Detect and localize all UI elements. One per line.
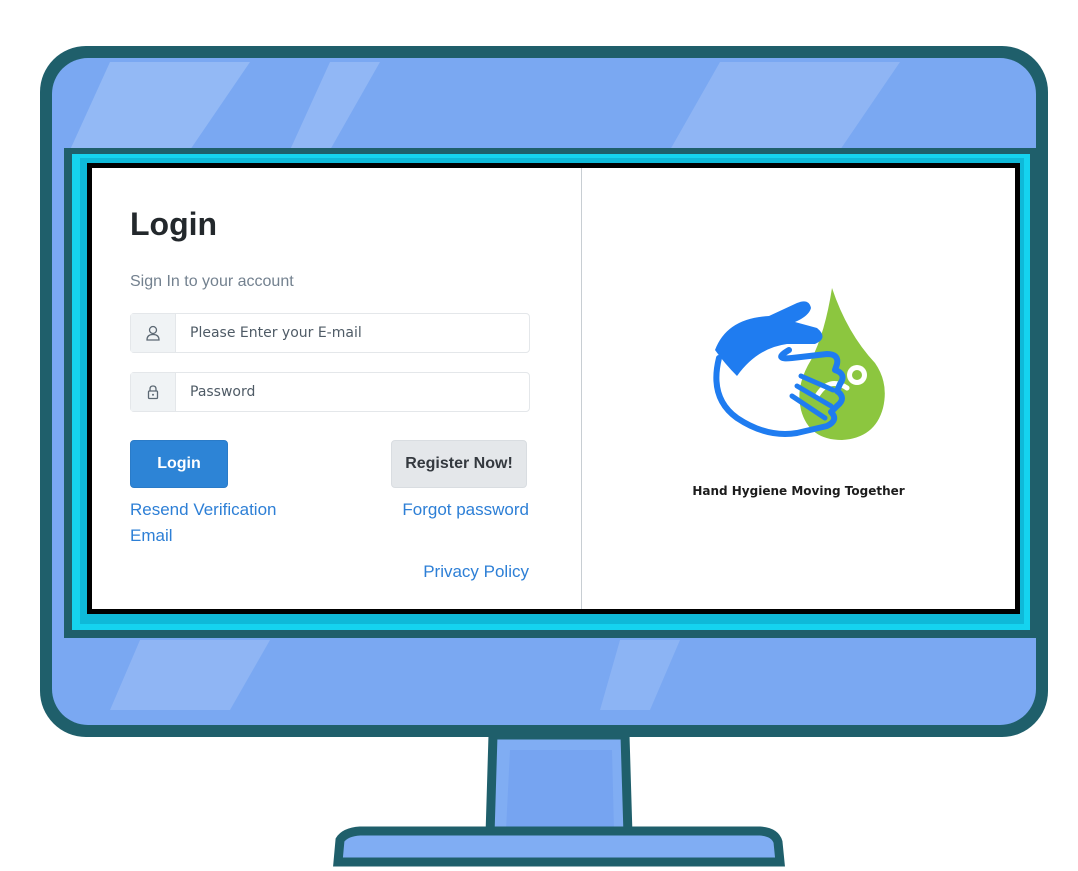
lock-icon — [131, 373, 176, 411]
monitor-base — [333, 826, 785, 867]
user-icon — [131, 314, 176, 352]
forgot-password-link[interactable]: Forgot password — [402, 497, 529, 523]
login-panel: Login Sign In to your account Please Ent… — [92, 168, 582, 609]
water-drop-shape — [799, 288, 885, 440]
monitor-illustration: Login Sign In to your account Please Ent… — [0, 0, 1078, 871]
email-field[interactable] — [176, 314, 529, 352]
password-field[interactable] — [176, 373, 529, 411]
login-screen: Login Sign In to your account Please Ent… — [87, 163, 1020, 614]
register-button[interactable]: Register Now! — [391, 440, 527, 488]
login-button[interactable]: Login — [130, 440, 228, 488]
brand-panel: Hand Hygiene Moving Together — [582, 168, 1015, 609]
page-subtitle: Sign In to your account — [130, 273, 294, 290]
resend-verification-link[interactable]: Resend Verification Email — [130, 497, 320, 549]
upper-hand-shape — [715, 301, 823, 376]
email-input-group — [130, 313, 530, 353]
hand-hygiene-logo — [713, 288, 885, 440]
privacy-policy-link[interactable]: Privacy Policy — [423, 559, 529, 585]
page-title: Login — [130, 206, 218, 242]
brand-tagline: Hand Hygiene Moving Together — [692, 484, 905, 498]
password-input-group — [130, 372, 530, 412]
